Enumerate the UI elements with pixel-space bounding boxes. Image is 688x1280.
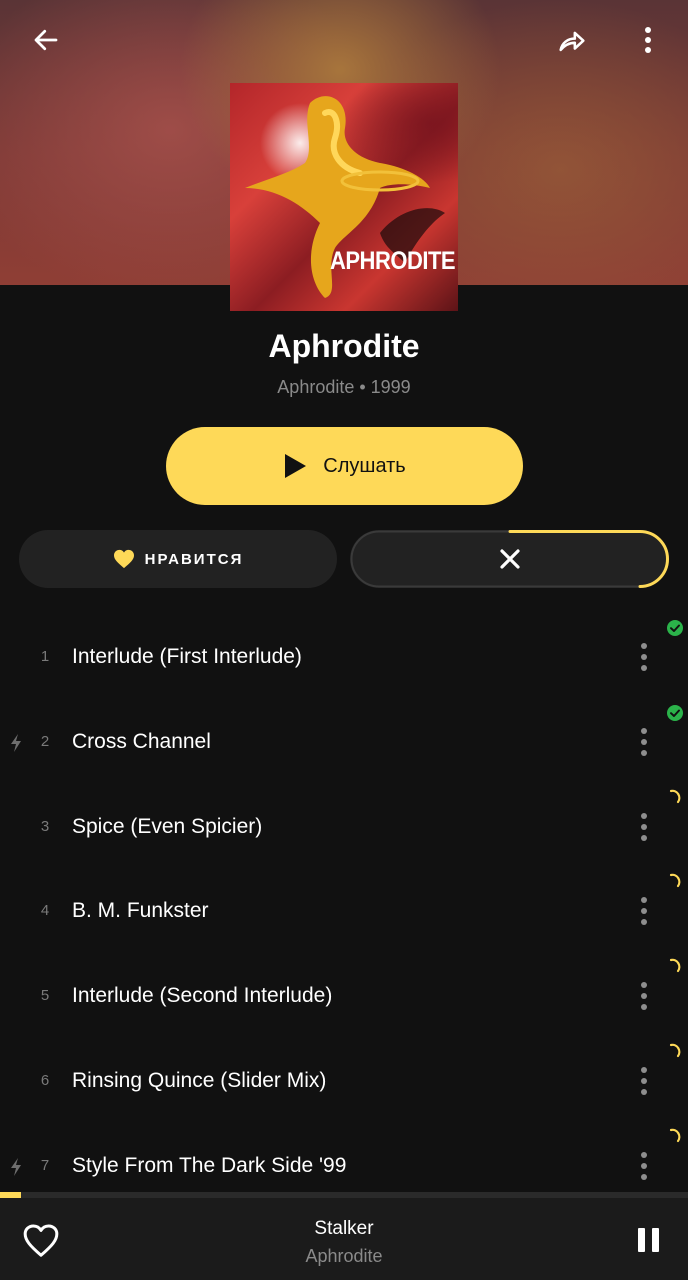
play-icon <box>285 454 307 478</box>
album-title: Aphrodite <box>268 328 420 364</box>
track-row[interactable]: 5 Interlude (Second Interlude) <box>0 954 688 1038</box>
pause-button[interactable] <box>628 1220 668 1260</box>
track-row[interactable]: 2 Cross Channel <box>0 700 688 784</box>
more-dot-icon <box>641 643 647 649</box>
track-title: Style From The Dark Side '99 <box>72 1153 347 1177</box>
album-cover[interactable]: APHRODITE <box>230 83 458 311</box>
pause-icon <box>651 1228 659 1252</box>
track-row[interactable]: 6 Rinsing Quince (Slider Mix) <box>0 1039 688 1123</box>
more-dot-icon <box>641 1078 647 1084</box>
track-title: B. M. Funkster <box>72 899 209 923</box>
track-more-button[interactable] <box>628 976 660 1016</box>
arrow-left-icon <box>34 29 58 51</box>
more-dot-icon <box>641 919 647 926</box>
more-dot-icon <box>641 812 647 819</box>
track-row[interactable]: 1 Interlude (First Interlude) <box>0 615 688 699</box>
more-dot-icon <box>641 834 647 841</box>
track-number: 7 <box>40 1156 50 1174</box>
more-dot-icon <box>641 897 647 904</box>
mini-player[interactable]: Stalker Aphrodite <box>0 1198 688 1280</box>
track-number: 6 <box>40 1072 50 1089</box>
share-icon <box>559 31 585 52</box>
more-dot-icon <box>641 738 647 745</box>
track-number: 1 <box>40 648 50 665</box>
more-dot-icon <box>641 1173 647 1180</box>
track-more-button[interactable] <box>628 891 660 931</box>
downloading-spinner-icon <box>669 789 681 803</box>
play-label: Слушать <box>323 454 406 477</box>
track-title: Interlude (Second Interlude) <box>72 984 333 1008</box>
now-playing-artist: Aphrodite <box>305 1246 383 1266</box>
more-dot-icon <box>641 749 647 756</box>
track-more-button[interactable] <box>628 722 660 762</box>
lightning-icon <box>11 733 21 752</box>
cover-title: APHRODITE <box>330 246 456 275</box>
share-button[interactable] <box>546 14 598 66</box>
play-button[interactable]: Слушать <box>166 427 523 505</box>
more-dot-icon <box>641 727 647 734</box>
more-dot-icon <box>641 982 647 989</box>
cover-figure <box>245 96 445 298</box>
album-subtitle: Aphrodite • 1999 <box>277 377 411 397</box>
back-button[interactable] <box>20 14 72 66</box>
track-number: 5 <box>40 987 50 1005</box>
track-title: Cross Channel <box>72 729 211 753</box>
like-button[interactable]: НРАВИТСЯ <box>19 530 337 588</box>
track-number: 3 <box>40 817 50 835</box>
more-dot-icon <box>641 993 647 1000</box>
more-button[interactable] <box>622 14 674 66</box>
more-dot-icon <box>641 1162 647 1169</box>
more-dot-icon <box>641 823 647 830</box>
track-number: 2 <box>40 732 50 750</box>
more-dot-icon <box>641 1089 647 1095</box>
more-dot-icon <box>641 665 647 671</box>
more-dot-icon <box>641 1151 647 1158</box>
album-page: APHRODITE Aphrodite Aphrodite • 1999 Слу… <box>0 0 688 1280</box>
track-more-button[interactable] <box>628 637 660 677</box>
track-row[interactable]: 3 Spice (Even Spicier) <box>0 785 688 869</box>
now-playing-title: Stalker <box>314 1218 374 1239</box>
track-title: Interlude (First Interlude) <box>72 645 302 668</box>
downloaded-check-icon <box>667 620 683 636</box>
heart-icon <box>113 549 134 569</box>
lightning-icon <box>11 1157 21 1176</box>
track-more-button[interactable] <box>628 1146 660 1186</box>
track-number: 4 <box>40 902 50 920</box>
track-more-button[interactable] <box>628 1061 660 1101</box>
close-icon <box>499 549 520 569</box>
more-dot-icon <box>641 1004 647 1011</box>
track-title: Spice (Even Spicier) <box>72 814 263 838</box>
downloading-spinner-icon <box>669 1128 681 1142</box>
more-dot-icon <box>641 654 647 660</box>
pause-icon <box>637 1228 645 1252</box>
track-title: Rinsing Quince (Slider Mix) <box>72 1069 327 1092</box>
track-row[interactable]: 4 B. M. Funkster <box>0 869 688 953</box>
downloading-spinner-icon <box>669 958 681 973</box>
cancel-download-button[interactable] <box>350 530 669 588</box>
more-dot-icon <box>641 1067 647 1073</box>
track-more-button[interactable] <box>628 807 660 847</box>
downloading-spinner-icon <box>669 1043 681 1058</box>
downloaded-check-icon <box>667 704 683 721</box>
more-vertical-icon <box>645 27 651 53</box>
more-dot-icon <box>641 908 647 915</box>
like-label: НРАВИТСЯ <box>144 550 244 568</box>
downloading-spinner-icon <box>669 874 681 888</box>
